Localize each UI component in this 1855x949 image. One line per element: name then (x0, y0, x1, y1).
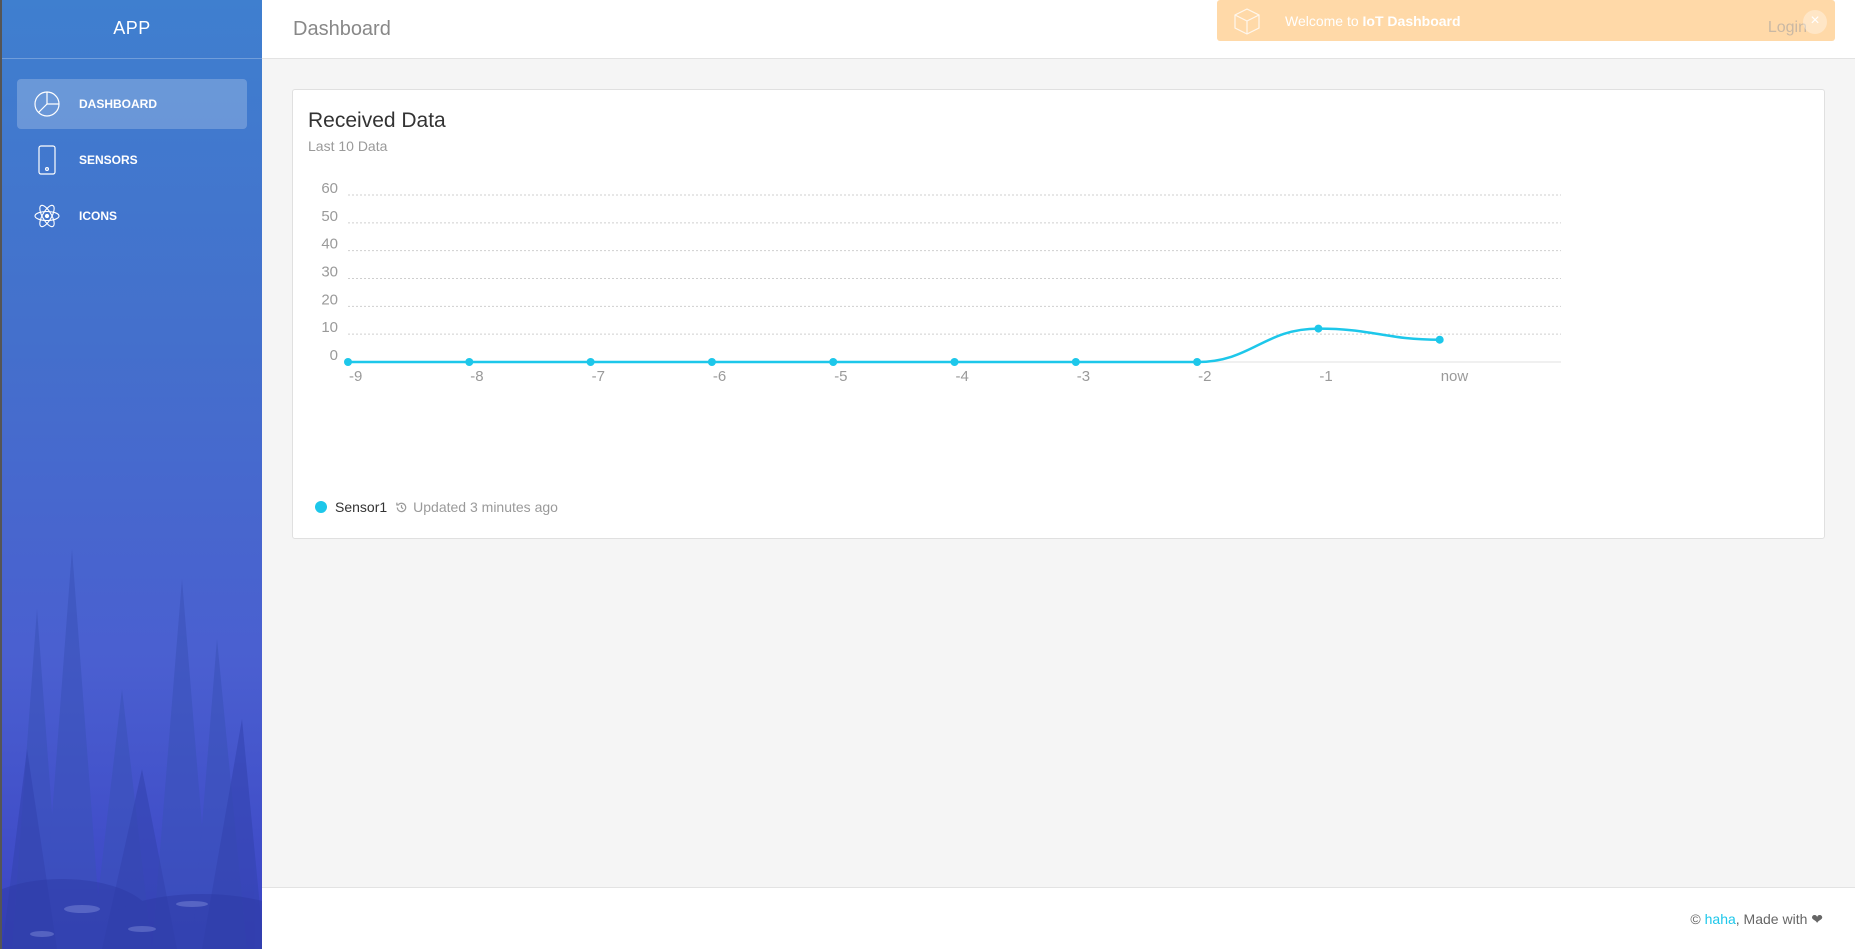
footer-suffix: , Made with ❤ (1735, 911, 1823, 927)
sidebar-item-icons[interactable]: ICONS (17, 191, 247, 241)
x-tick-label: -7 (592, 368, 605, 385)
footer-link[interactable]: haha (1705, 911, 1736, 927)
main-panel: Dashboard Welcome to IoT Dashboard Login… (262, 0, 1855, 949)
sidebar-item-sensors[interactable]: SENSORS (17, 135, 247, 185)
sidebar: APP DASHBOARD SENSORS ICONS (0, 0, 262, 949)
x-tick-label: -1 (1319, 368, 1332, 385)
legend-marker (315, 501, 327, 513)
y-tick-label: 20 (321, 291, 338, 308)
data-point (344, 358, 352, 366)
x-tick-label: -5 (834, 368, 847, 385)
x-tick-label: -8 (470, 368, 483, 385)
app-logo[interactable]: APP (2, 0, 262, 59)
x-tick-label: -2 (1198, 368, 1211, 385)
series-line (348, 327, 1440, 364)
data-point (586, 358, 595, 366)
footer-copyright: © (1690, 911, 1705, 927)
data-point (707, 358, 716, 366)
x-tick-label: -4 (956, 368, 969, 385)
legend-series-name: Sensor1 (335, 499, 388, 515)
data-point (465, 358, 474, 366)
x-tick-label: -6 (713, 368, 726, 385)
sidebar-item-label: SENSORS (79, 153, 138, 167)
x-tick-label: -9 (349, 368, 362, 385)
page-footer: © haha, Made with ❤ (262, 887, 1855, 949)
x-tick-label: -3 (1077, 368, 1090, 385)
history-icon (395, 501, 408, 514)
chart-legend: Sensor1 Updated 3 minutes ago (315, 499, 558, 515)
footer-credit: © haha, Made with ❤ (1690, 911, 1823, 928)
x-tick-label: now (1441, 368, 1469, 385)
y-tick-label: 10 (321, 319, 338, 336)
close-button[interactable]: × (1803, 10, 1827, 34)
page-title[interactable]: Dashboard (293, 18, 391, 41)
sidebar-item-dashboard[interactable]: DASHBOARD (17, 79, 247, 129)
data-point (950, 358, 959, 366)
sidebar-item-label: DASHBOARD (79, 97, 157, 111)
received-data-card: Received Data Last 10 Data 0 10 20 30 40 50 60… (292, 89, 1825, 539)
login-link[interactable]: Login (1768, 19, 1807, 37)
sidebar-item-label: ICONS (79, 209, 118, 223)
y-tick-label: 0 (330, 347, 338, 364)
atom-icon (33, 201, 61, 231)
notification-prefix: Welcome to (1285, 12, 1363, 29)
y-tick-label: 30 (321, 264, 338, 281)
line-chart: 0 10 20 30 40 50 60 -9 -8 -7 -6 -5 -4 -3 -2 -1 now (321, 180, 1561, 385)
sidebar-nav: DASHBOARD SENSORS ICONS (2, 59, 262, 241)
phone-icon (33, 145, 61, 175)
data-point (1193, 358, 1202, 366)
pie-chart-icon (33, 89, 61, 119)
box-icon (1231, 5, 1263, 37)
data-point (1314, 324, 1323, 333)
notification-message: Welcome to IoT Dashboard (1285, 13, 1461, 29)
data-point (829, 358, 838, 366)
welcome-notification: Welcome to IoT Dashboard Login × (1217, 0, 1835, 41)
update-status: Updated 3 minutes ago (413, 499, 558, 515)
data-point (1071, 358, 1080, 366)
data-point (1435, 335, 1444, 344)
y-tick-label: 60 (321, 180, 338, 197)
forest-background (2, 549, 262, 949)
y-tick-label: 40 (321, 236, 338, 253)
y-tick-label: 50 (321, 208, 338, 225)
notification-highlight: IoT Dashboard (1362, 12, 1461, 29)
